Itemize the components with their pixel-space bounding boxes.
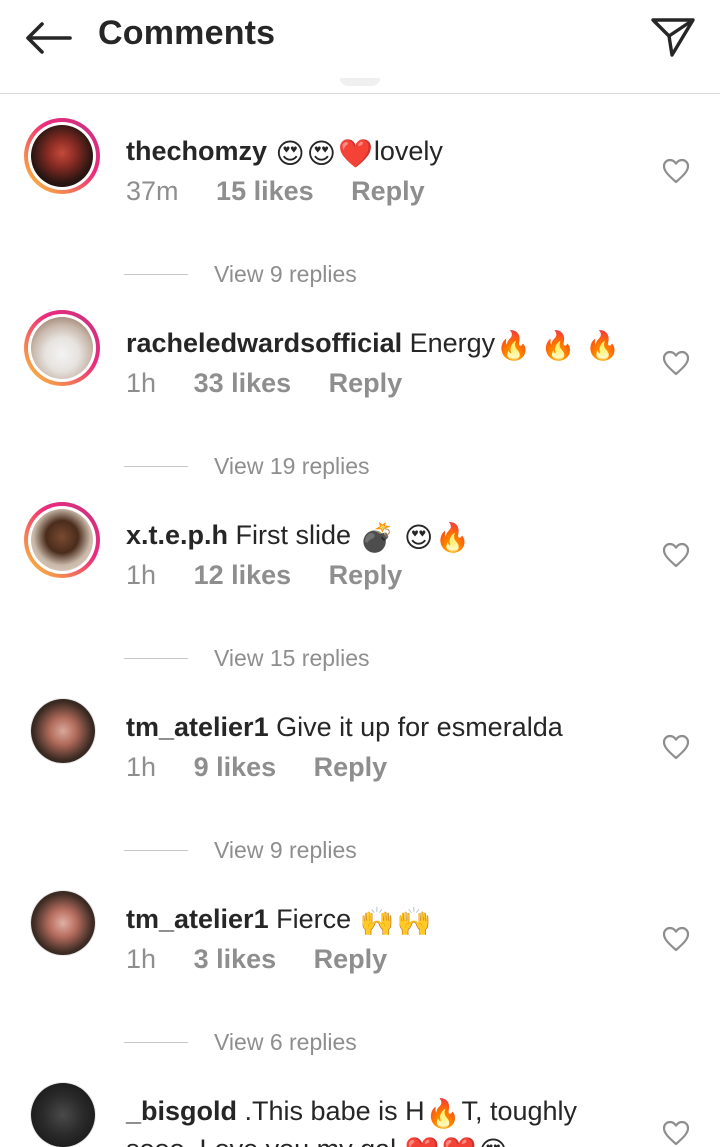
comment-meta: 1h 3 likes Reply [126, 944, 417, 975]
comment-likes[interactable]: 33 likes [194, 368, 292, 398]
comment-body: Energy [409, 328, 496, 358]
divider [124, 657, 188, 659]
comment-meta: 1h 9 likes Reply [126, 752, 417, 783]
view-replies-label: View 19 replies [214, 452, 370, 479]
view-replies-label: View 9 replies [214, 260, 357, 287]
back-button[interactable] [22, 16, 74, 60]
comment-username[interactable]: x.t.e.p.h [126, 520, 228, 550]
comment-body: First slide [235, 520, 352, 550]
comment-time: 1h [126, 368, 157, 398]
divider [124, 849, 188, 851]
comment-text: _bisgold .This babe is H🔥T, toughly sooo… [126, 1092, 606, 1147]
comment-username[interactable]: racheledwardsofficial [126, 328, 402, 358]
comment-text: tm_atelier1 Fierce 🙌🙌 [126, 900, 646, 938]
comment-username[interactable]: tm_atelier1 [126, 712, 269, 742]
reply-button[interactable]: Reply [329, 368, 403, 398]
page-title: Comments [98, 14, 276, 52]
view-replies-button[interactable]: View 9 replies [124, 258, 357, 290]
comment-likes[interactable]: 15 likes [216, 176, 314, 206]
reply-button[interactable]: Reply [314, 944, 388, 974]
emoji: 😍 [478, 1138, 507, 1147]
emoji: 🙌 [396, 906, 432, 937]
comment-meta: 37m 15 likes Reply [126, 176, 455, 207]
heart-icon[interactable] [662, 926, 690, 952]
app-header: Comments [0, 0, 720, 94]
heart-icon[interactable] [662, 542, 690, 568]
comment-item: tm_atelier1 Give it up for esmeralda 1h … [0, 686, 720, 878]
comment-item: thechomzy 😍😍❤️lovely 37m 15 likes Reply … [0, 110, 720, 302]
comment-time: 1h [126, 752, 157, 782]
comment-text: racheledwardsofficial Energy🔥 🔥 🔥 [126, 324, 646, 362]
share-button[interactable] [648, 12, 698, 62]
emoji: 🔥 [584, 330, 620, 361]
avatar[interactable] [24, 310, 100, 386]
emoji: 😍 [306, 138, 336, 169]
comment-likes[interactable]: 12 likes [194, 560, 292, 590]
emoji: 😍 [403, 522, 434, 553]
emoji: 🙌 [359, 906, 395, 937]
view-replies-button[interactable]: View 9 replies [124, 834, 357, 866]
reply-button[interactable]: Reply [329, 560, 403, 590]
comment-username[interactable]: _bisgold [126, 1096, 237, 1126]
comment-meta: 1h 33 likes Reply [126, 368, 432, 399]
comment-likes[interactable]: 3 likes [194, 944, 277, 974]
emoji: ❤️ [442, 1138, 477, 1147]
heart-icon[interactable] [662, 158, 690, 184]
comment-time: 1h [126, 560, 157, 590]
heart-icon[interactable] [662, 350, 690, 376]
emoji: 🔥 [435, 522, 471, 553]
emoji: ❤️ [337, 138, 373, 169]
avatar[interactable] [30, 698, 96, 764]
reply-button[interactable]: Reply [351, 176, 425, 206]
comment-body: .This babe is H [244, 1096, 425, 1126]
heart-icon[interactable] [662, 734, 690, 760]
emoji: ❤️ [405, 1138, 440, 1147]
comment-username[interactable]: thechomzy [126, 136, 267, 166]
emoji: 🔥 [540, 330, 576, 361]
pull-indicator [340, 78, 380, 86]
emoji: 🔥 [425, 1098, 461, 1129]
emoji: 💣 [359, 522, 395, 553]
view-replies-label: View 6 replies [214, 1028, 357, 1055]
comment-username[interactable]: tm_atelier1 [126, 904, 269, 934]
divider [124, 273, 188, 275]
comment-item: tm_atelier1 Fierce 🙌🙌 1h 3 likes Reply V… [0, 878, 720, 1070]
avatar[interactable] [30, 890, 96, 956]
reply-button[interactable]: Reply [314, 752, 388, 782]
divider [124, 465, 188, 467]
emoji: 🔥 [496, 330, 532, 361]
divider [124, 1041, 188, 1043]
view-replies-button[interactable]: View 6 replies [124, 1026, 357, 1058]
comment-body: Give it up for esmeralda [276, 712, 563, 742]
comment-body: Fierce [276, 904, 352, 934]
comment-item: racheledwardsofficial Energy🔥 🔥 🔥 1h 33 … [0, 302, 720, 494]
comment-body: lovely [373, 136, 443, 166]
avatar[interactable] [24, 502, 100, 578]
view-replies-button[interactable]: View 19 replies [124, 450, 370, 482]
comment-time: 1h [126, 944, 157, 974]
paper-plane-icon [651, 18, 695, 57]
view-replies-label: View 15 replies [214, 644, 370, 671]
comment-text: tm_atelier1 Give it up for esmeralda [126, 708, 646, 746]
comment-text: thechomzy 😍😍❤️lovely [126, 132, 646, 170]
comment-meta: 1h 12 likes Reply [126, 560, 432, 591]
arrow-left-icon [26, 22, 72, 54]
avatar[interactable] [30, 1082, 96, 1147]
avatar[interactable] [24, 118, 100, 194]
comment-text: x.t.e.p.h First slide 💣 😍🔥 [126, 516, 646, 554]
view-replies-label: View 9 replies [214, 836, 357, 863]
comment-item: _bisgold .This babe is H🔥T, toughly sooo… [0, 1070, 720, 1147]
comment-item: x.t.e.p.h First slide 💣 😍🔥 1h 12 likes R… [0, 494, 720, 686]
comment-time: 37m [126, 176, 179, 206]
view-replies-button[interactable]: View 15 replies [124, 642, 370, 674]
emoji: 😍 [275, 138, 305, 169]
heart-icon[interactable] [662, 1120, 690, 1146]
comment-likes[interactable]: 9 likes [194, 752, 277, 782]
